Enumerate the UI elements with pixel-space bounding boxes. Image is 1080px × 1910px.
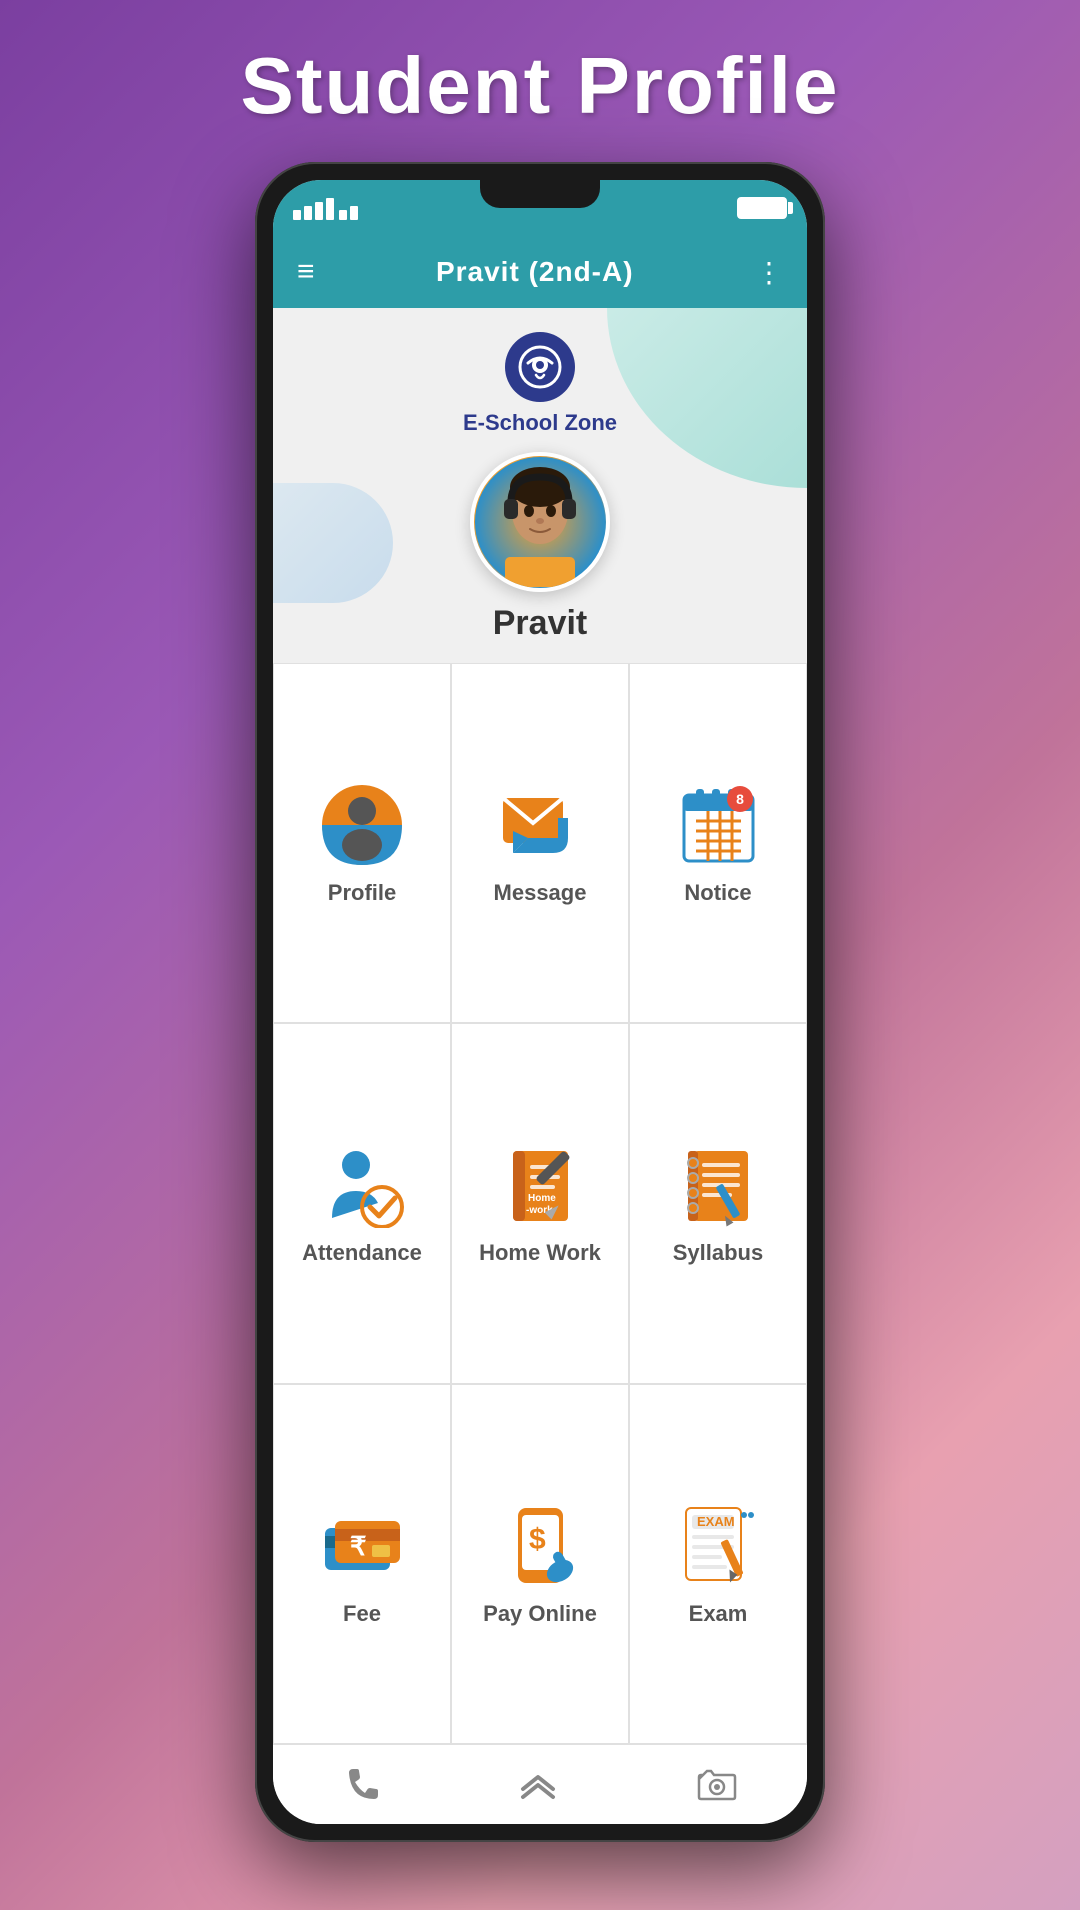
menu-grid: Profile Message [273, 663, 807, 1744]
menu-item-profile[interactable]: Profile [273, 663, 451, 1023]
menu-item-payonline[interactable]: $ Pay Online [451, 1384, 629, 1744]
school-name: E-School Zone [463, 410, 617, 436]
profile-icon-container [317, 780, 407, 870]
bottom-nav [273, 1744, 807, 1824]
attendance-label: Attendance [302, 1240, 422, 1266]
fee-label: Fee [343, 1601, 381, 1627]
notice-label: Notice [684, 880, 751, 906]
svg-text:Home: Home [528, 1193, 556, 1204]
menu-item-attendance[interactable]: Attendance [273, 1023, 451, 1383]
notice-icon-wrapper: 8 [673, 780, 763, 880]
notice-badge: 8 [727, 786, 753, 812]
bottom-nav-chevron[interactable] [498, 1757, 578, 1813]
school-logo [505, 332, 575, 402]
app-header: ≡ Pravit (2nd-A) ⋮ [273, 236, 807, 308]
profile-label: Profile [328, 880, 396, 906]
profile-section: E-School Zone [273, 308, 807, 663]
phone-screen: ≡ Pravit (2nd-A) ⋮ [273, 180, 807, 1824]
homework-icon-container: Home -work [495, 1140, 585, 1230]
bottom-nav-phone[interactable] [323, 1757, 399, 1813]
menu-item-message[interactable]: Message [451, 663, 629, 1023]
syllabus-label: Syllabus [673, 1240, 763, 1266]
student-avatar [470, 452, 610, 592]
menu-item-notice[interactable]: 8 Notice [629, 663, 807, 1023]
menu-item-syllabus[interactable]: Syllabus [629, 1023, 807, 1383]
menu-item-homework[interactable]: Home -work Home Work [451, 1023, 629, 1383]
status-bar [273, 180, 807, 236]
homework-label: Home Work [479, 1240, 601, 1266]
syllabus-icon-container [673, 1140, 763, 1230]
more-icon[interactable]: ⋮ [755, 256, 783, 289]
svg-text:EXAM: EXAM [697, 1514, 735, 1529]
menu-item-exam[interactable]: EXAM Exam [629, 1384, 807, 1744]
menu-item-fee[interactable]: ₹ Fee [273, 1384, 451, 1744]
exam-label: Exam [689, 1601, 748, 1627]
message-icon-container [495, 780, 585, 870]
payonline-icon-container: $ [495, 1501, 585, 1591]
fee-icon-container: ₹ [317, 1501, 407, 1591]
message-label: Message [494, 880, 587, 906]
svg-text:$: $ [529, 1523, 546, 1556]
student-name: Pravit [493, 604, 588, 643]
exam-icon-container: EXAM [673, 1501, 763, 1591]
phone-frame: ≡ Pravit (2nd-A) ⋮ [255, 162, 825, 1842]
attendance-icon-container [317, 1140, 407, 1230]
header-title: Pravit (2nd-A) [436, 256, 634, 288]
signal-icon [293, 196, 363, 220]
school-logo-area: E-School Zone [463, 332, 617, 436]
page-title: Student Profile [241, 40, 840, 132]
battery-icon [737, 197, 787, 219]
menu-icon[interactable]: ≡ [297, 255, 315, 289]
svg-text:₹: ₹ [350, 1531, 367, 1561]
bottom-nav-camera[interactable] [677, 1757, 757, 1813]
payonline-label: Pay Online [483, 1601, 597, 1627]
